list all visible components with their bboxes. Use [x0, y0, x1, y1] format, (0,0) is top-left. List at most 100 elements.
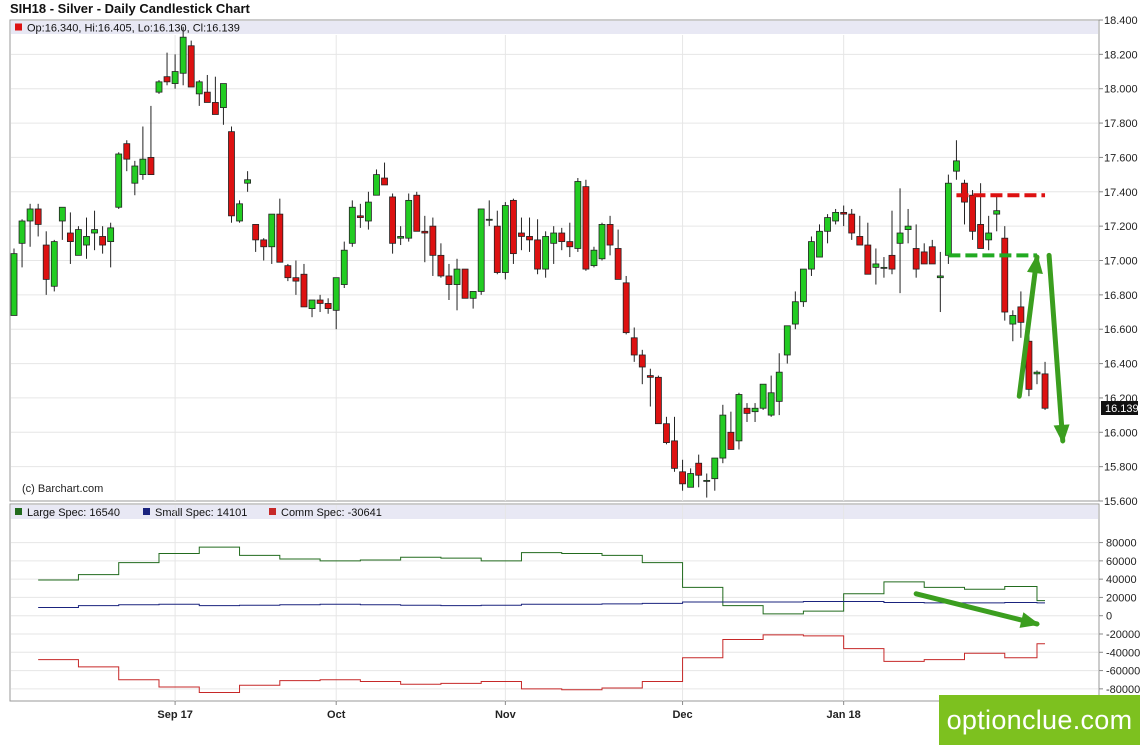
candle-body — [888, 254, 896, 270]
candle-body — [268, 213, 276, 248]
candle-body — [953, 160, 960, 172]
candle-body — [397, 236, 405, 239]
candle-body — [131, 165, 139, 184]
candle-body — [944, 182, 952, 256]
candle-body — [171, 71, 179, 84]
candle-body — [663, 423, 670, 443]
candle-body — [413, 194, 421, 232]
candle-body — [518, 232, 525, 237]
chart-title: SIH18 - Silver - Daily Candlestick Chart — [10, 1, 251, 16]
candle-body — [365, 201, 372, 222]
candle-body — [195, 81, 203, 95]
cot-axis: 800006000040000200000-20000-40000-60000-… — [1099, 538, 1140, 696]
candle-body — [872, 263, 880, 268]
candle-body — [993, 210, 1001, 215]
candle-body — [590, 249, 598, 267]
price-tick-label: 17.200 — [1104, 221, 1138, 233]
candle-body — [91, 229, 98, 234]
candle-body — [1041, 373, 1049, 409]
candle-body — [308, 299, 316, 309]
candle-body — [260, 239, 268, 248]
candle-body — [928, 246, 936, 265]
x-axis: Sep 17 Oct Nov Dec Jan 18 — [157, 701, 861, 721]
candle-body — [969, 194, 976, 232]
candle-body — [936, 275, 944, 279]
candle-body — [348, 206, 356, 244]
ohlc-swatch — [15, 23, 22, 31]
candle-body — [421, 230, 429, 234]
candle-body — [799, 268, 807, 303]
candle-body — [252, 224, 260, 241]
candle-body — [655, 376, 662, 425]
candle-body — [211, 102, 219, 115]
candle-body — [679, 471, 686, 485]
cot-tick-label: 60000 — [1106, 556, 1137, 568]
candle-body — [316, 299, 324, 304]
cot-legend-label: Large Spec: 16540 — [27, 507, 120, 519]
candle-body — [389, 196, 396, 244]
candle-body — [1009, 315, 1017, 325]
candle-body — [743, 407, 751, 414]
price-tick-label: 16.600 — [1104, 324, 1138, 336]
candle-body — [751, 407, 759, 413]
candle-body — [58, 206, 66, 222]
candle-body — [461, 268, 469, 299]
candle-body — [340, 249, 348, 285]
candle-body — [324, 303, 332, 310]
cot-legend-swatch — [15, 508, 22, 515]
credit-label: (c) Barchart.com — [22, 483, 103, 495]
candle-body — [75, 229, 82, 256]
price-tick-label: 15.800 — [1104, 462, 1138, 474]
last-price-label: 16.139 — [1105, 403, 1139, 415]
candle-body — [493, 225, 501, 273]
cot-tick-label: 20000 — [1106, 592, 1137, 604]
candle-body — [18, 220, 26, 244]
candle-body — [437, 254, 445, 277]
candle-body — [220, 83, 227, 109]
x-tick-label: Oct — [327, 709, 346, 721]
candle-body — [300, 273, 308, 308]
candle-body — [566, 241, 574, 248]
candle-body — [598, 224, 606, 260]
candle-body — [244, 179, 251, 184]
price-tick-label: 15.600 — [1104, 496, 1138, 508]
candle-body — [10, 253, 18, 316]
candle-body — [228, 131, 235, 217]
candle-body — [920, 251, 928, 265]
candle-body — [687, 473, 695, 488]
cot-tick-label: -60000 — [1106, 666, 1140, 678]
candle-body — [671, 440, 678, 469]
candle-body — [646, 375, 654, 378]
candle-body — [824, 217, 831, 232]
price-tick-label: 18.000 — [1104, 84, 1138, 96]
candle-body — [961, 182, 968, 203]
candle-body — [42, 244, 50, 280]
candle-body — [904, 225, 912, 230]
candle-body — [606, 224, 614, 246]
candle-body — [848, 213, 856, 234]
candle-body — [703, 479, 711, 482]
candle-body — [735, 394, 743, 442]
cot-tick-label: -20000 — [1106, 629, 1140, 641]
candle-body — [236, 203, 243, 222]
candle-body — [139, 158, 147, 176]
candle-body — [284, 265, 292, 279]
candle-body — [405, 199, 413, 239]
candle-body — [534, 239, 541, 270]
candle-body — [864, 244, 872, 275]
cot-legend-label: Small Spec: 14101 — [155, 507, 247, 519]
price-tick-label: 17.400 — [1104, 187, 1138, 199]
candle-body — [896, 232, 904, 244]
candle-body — [123, 143, 131, 160]
candle-body — [542, 236, 550, 270]
candle-body — [34, 208, 42, 225]
candle-body — [1017, 306, 1025, 323]
candle-body — [727, 431, 735, 450]
candle-body — [115, 153, 123, 208]
candle-body — [501, 205, 509, 273]
candle-body — [630, 337, 638, 356]
candle-body — [985, 232, 993, 241]
candle-body — [526, 236, 533, 241]
candle-body — [711, 457, 719, 480]
candle-body — [203, 91, 211, 103]
